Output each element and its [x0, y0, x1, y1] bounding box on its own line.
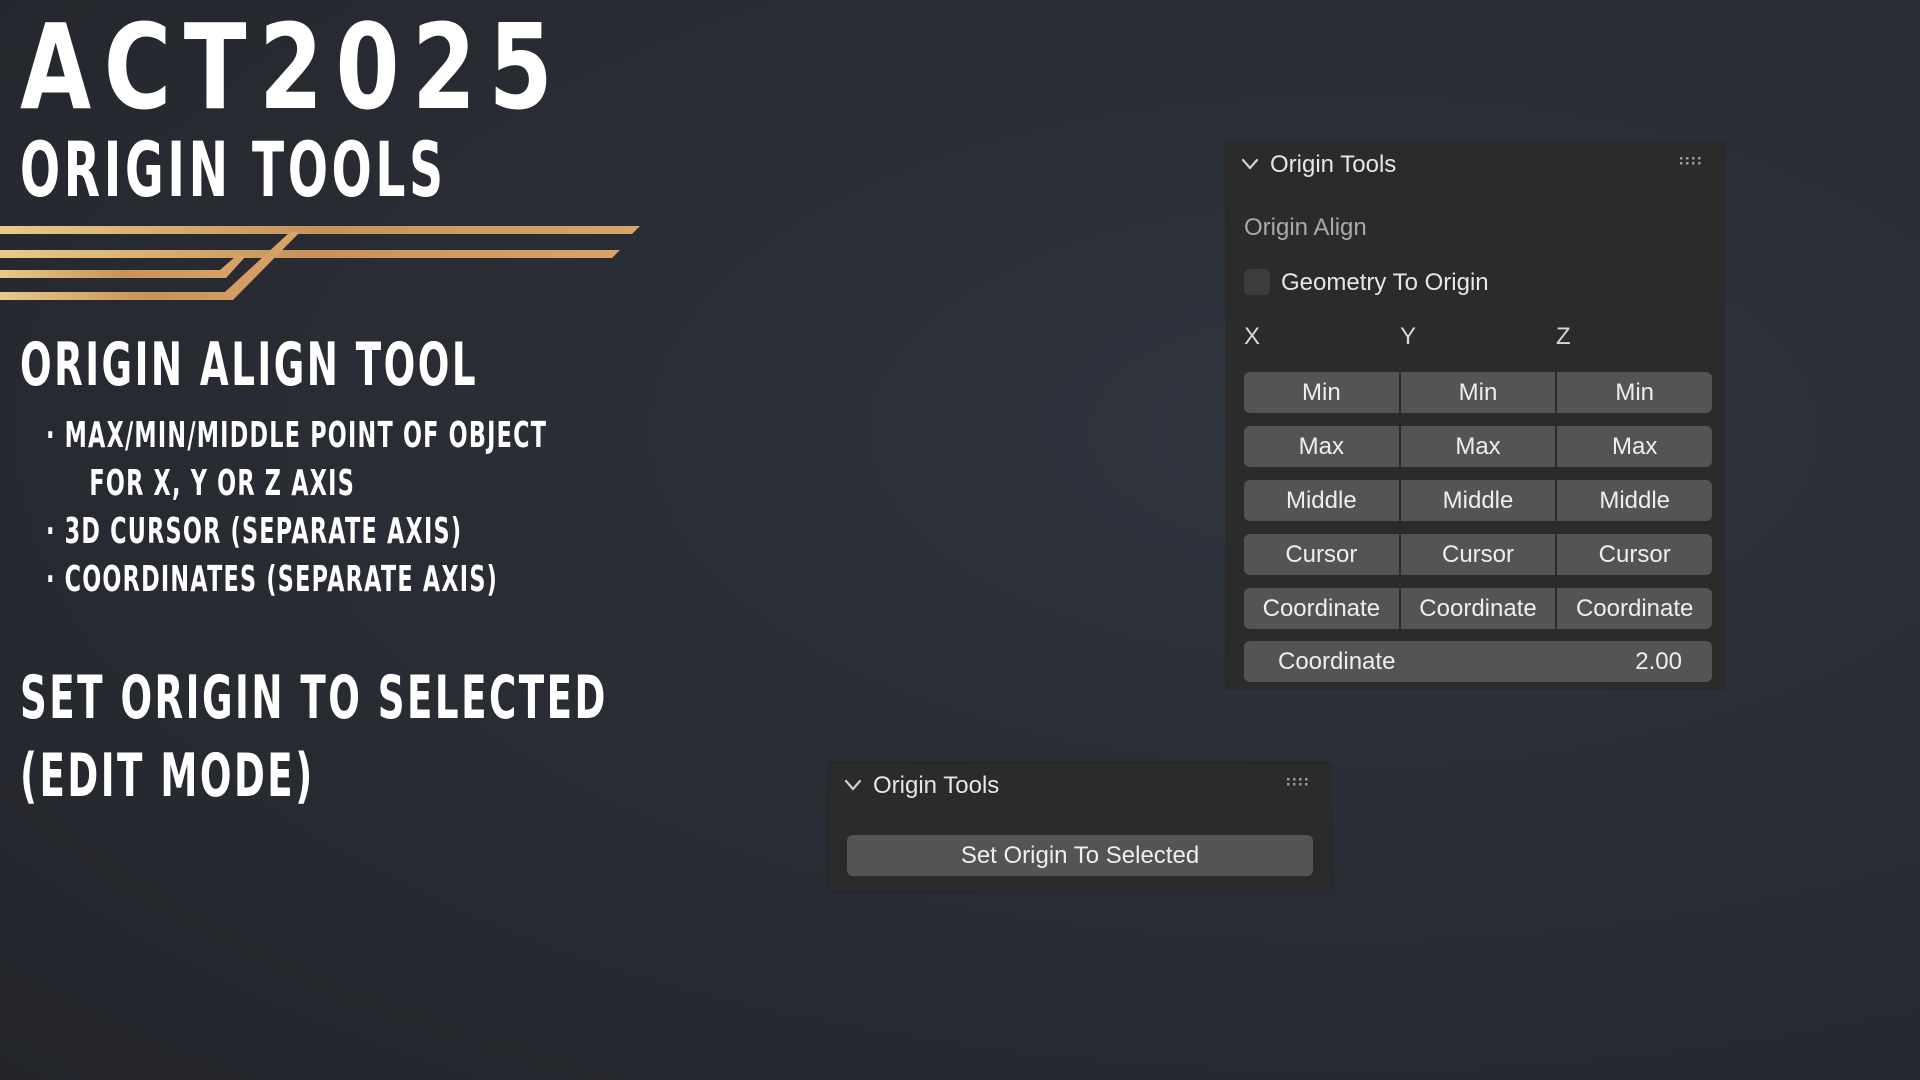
- middle-row: Middle Middle Middle: [1244, 480, 1713, 521]
- promo-title: ACT2025: [20, 0, 566, 136]
- feature-item: · COORDINATES (SEPARATE AXIS): [46, 559, 499, 600]
- axis-label-y: Y: [1400, 323, 1417, 350]
- edit-mode-heading: (EDIT MODE): [20, 741, 315, 811]
- min-row: Min Min Min: [1244, 372, 1713, 413]
- max-z-button[interactable]: Max: [1557, 426, 1713, 467]
- chevron-down-icon[interactable]: [1240, 154, 1260, 174]
- coordinate-value-field[interactable]: Coordinate 2.00: [1244, 641, 1712, 682]
- max-x-button[interactable]: Max: [1244, 426, 1399, 467]
- cursor-x-button[interactable]: Cursor: [1244, 534, 1399, 575]
- axis-label-z: Z: [1556, 323, 1571, 350]
- max-row: Max Max Max: [1244, 426, 1713, 467]
- cursor-z-button[interactable]: Cursor: [1557, 534, 1713, 575]
- geometry-to-origin-checkbox[interactable]: [1244, 269, 1270, 295]
- chevron-down-icon[interactable]: [843, 775, 863, 795]
- min-z-button[interactable]: Min: [1557, 372, 1713, 413]
- middle-x-button[interactable]: Middle: [1244, 480, 1399, 521]
- promo-subtitle: ORIGIN TOOLS: [20, 125, 447, 214]
- min-x-button[interactable]: Min: [1244, 372, 1399, 413]
- set-origin-to-selected-button[interactable]: Set Origin To Selected: [847, 835, 1313, 876]
- panel-title: Origin Tools: [1270, 151, 1397, 178]
- coordinate-row: Coordinate Coordinate Coordinate: [1244, 588, 1713, 629]
- origin-tools-edit-panel: Origin Tools Set Origin To Selected: [829, 763, 1331, 891]
- max-y-button[interactable]: Max: [1400, 426, 1556, 467]
- middle-z-button[interactable]: Middle: [1557, 480, 1713, 521]
- feature-item: · 3D CURSOR (SEPARATE AXIS): [46, 511, 463, 552]
- coordinate-field-label: Coordinate: [1278, 648, 1396, 675]
- panel-header[interactable]: Origin Tools: [1226, 142, 1724, 188]
- panel-header[interactable]: Origin Tools: [829, 763, 1331, 809]
- coordinate-z-button[interactable]: Coordinate: [1557, 588, 1713, 629]
- grip-dots-icon[interactable]: [1680, 156, 1702, 166]
- origin-align-label: Origin Align: [1244, 214, 1367, 241]
- coordinate-x-button[interactable]: Coordinate: [1244, 588, 1399, 629]
- cursor-row: Cursor Cursor Cursor: [1244, 534, 1713, 575]
- feature-item: · MAX/MIN/MIDDLE POINT OF OBJECT FOR X, …: [46, 415, 548, 504]
- axis-label-x: X: [1244, 323, 1261, 350]
- grip-dots-icon[interactable]: [1287, 777, 1309, 787]
- set-origin-heading: SET ORIGIN TO SELECTED: [20, 663, 608, 733]
- min-y-button[interactable]: Min: [1400, 372, 1556, 413]
- origin-tools-panel: Origin Tools Origin Align Geometry To Or…: [1226, 142, 1724, 689]
- decorative-gold-lines: [0, 226, 640, 300]
- coordinate-y-button[interactable]: Coordinate: [1400, 588, 1556, 629]
- coordinate-field-value: 2.00: [1635, 648, 1682, 675]
- origin-align-heading: ORIGIN ALIGN TOOL: [20, 330, 479, 400]
- cursor-y-button[interactable]: Cursor: [1400, 534, 1556, 575]
- align-button-grid: Min Min Min Max Max Max Middle Middle Mi…: [1244, 372, 1713, 642]
- geometry-to-origin-label: Geometry To Origin: [1281, 269, 1489, 296]
- middle-y-button[interactable]: Middle: [1400, 480, 1556, 521]
- feature-list: · MAX/MIN/MIDDLE POINT OF OBJECT FOR X, …: [46, 412, 854, 604]
- panel-title: Origin Tools: [873, 772, 1000, 799]
